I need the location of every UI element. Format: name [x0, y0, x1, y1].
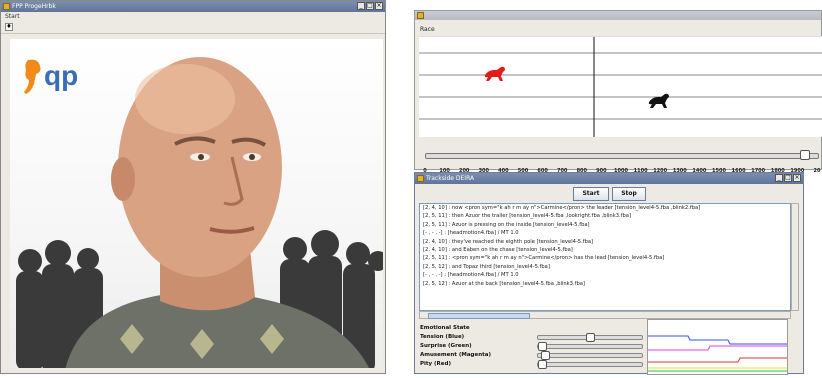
emotion-history-graph	[647, 319, 788, 375]
pity-slider-knob[interactable]	[538, 360, 547, 369]
tension-slider[interactable]	[537, 333, 643, 342]
emotion-label-pity: Pity (Red)	[420, 361, 451, 367]
avatar-window-titlebar[interactable]: FPP ProgeHrbk _ □ ×	[1, 1, 385, 12]
close-button[interactable]: ×	[793, 174, 801, 182]
status-bar	[1, 368, 385, 373]
horizontal-scroll-thumb[interactable]	[428, 313, 530, 319]
emotion-graph-lines	[648, 335, 787, 372]
avatar-window: FPP ProgeHrbk _ □ × Start ♦ qp	[0, 0, 386, 374]
menu-bar: Start	[1, 12, 385, 21]
race-window-titlebar[interactable]	[415, 11, 821, 20]
emotional-state-label: Emotional State	[420, 325, 470, 331]
menu-start[interactable]: Start	[5, 13, 20, 20]
ear	[111, 157, 135, 201]
maximize-button[interactable]: □	[366, 2, 374, 10]
surprise-slider[interactable]	[537, 342, 643, 351]
start-button[interactable]: Start	[573, 187, 609, 201]
tension-slider-knob[interactable]	[586, 333, 595, 342]
race-position-slider[interactable]	[425, 153, 819, 159]
horse-logo-icon	[24, 59, 41, 94]
log-line: [2, 5, 11] : <pron sym="k ah r m ay n">C…	[423, 255, 665, 262]
log-line: [2, 5, 11] : Azuor is pressing on the in…	[423, 221, 590, 228]
deira-window: Trackside DEIRA _ □ × Start Stop [2, 4, …	[414, 172, 804, 375]
amusement-slider-knob[interactable]	[541, 351, 550, 360]
race-label: Race	[420, 26, 435, 33]
log-line: [- , - , -] : [headmotion4.fba] / MT 1.0	[423, 272, 519, 279]
toolbar: ♦	[1, 21, 385, 34]
log-line: [2, 4, 10] : now <pron sym="k ah r m ay …	[423, 205, 701, 211]
log-line: [2, 5, 12] : Azuor at the back [tension_…	[423, 280, 585, 287]
emotion-label-surprise: Surprise (Green)	[420, 343, 472, 349]
stop-button[interactable]: Stop	[612, 187, 646, 201]
log-horizontal-scrollbar[interactable]	[419, 311, 791, 319]
red-horse	[484, 66, 505, 81]
log-line: [- , - , -] : [headmotion4.fba] / MT 1.0	[423, 230, 519, 237]
lane-lines	[419, 52, 822, 120]
black-horse	[648, 93, 669, 108]
minimize-button[interactable]: _	[775, 174, 783, 182]
app-icon	[417, 12, 424, 19]
log-line: [2, 5, 12] : and Topaz third [tension_le…	[423, 263, 550, 270]
commentary-log[interactable]: [2, 4, 10] : now <pron sym="k ah r m ay …	[419, 203, 791, 311]
close-button[interactable]: ×	[375, 2, 383, 10]
emotion-label-amusement: Amusement (Magenta)	[420, 352, 491, 358]
amusement-slider[interactable]	[537, 351, 643, 360]
tick-label: 20	[813, 168, 821, 174]
race-position-knob[interactable]	[800, 150, 810, 160]
emotion-label-tension: Tension (Blue)	[420, 334, 465, 340]
log-line: [2, 5, 11] : then Azuor the trailer [ten…	[423, 213, 631, 220]
pin-icon[interactable]: ♦	[5, 23, 13, 31]
minimize-button[interactable]: _	[357, 2, 365, 10]
avatar-viewport: qp	[10, 39, 383, 370]
pity-line	[648, 357, 787, 363]
pity-slider[interactable]	[537, 360, 643, 369]
qp-logo: qp	[22, 58, 92, 98]
race-track	[419, 37, 822, 137]
log-vertical-scrollbar[interactable]	[791, 203, 799, 311]
app-icon	[417, 175, 424, 182]
deira-window-titlebar[interactable]: Trackside DEIRA _ □ ×	[415, 173, 803, 184]
amusement-line	[648, 345, 787, 351]
avatar-window-title: FPP ProgeHrbk	[12, 3, 56, 10]
app-icon	[3, 3, 10, 10]
logo-text: qp	[44, 60, 79, 91]
log-line: [2, 4, 10] : and Eaben on the chase [ten…	[423, 247, 573, 254]
race-window: Race 0 100 200 300 400 500 600 700 800 9…	[414, 10, 822, 174]
surprise-slider-knob[interactable]	[538, 342, 547, 351]
log-line: [2, 4, 10] : they've reached the eighth …	[423, 238, 594, 245]
race-canvas	[419, 36, 822, 137]
tension-line	[648, 335, 787, 345]
deira-window-title: Trackside DEIRA	[426, 175, 475, 182]
maximize-button[interactable]: □	[784, 174, 792, 182]
